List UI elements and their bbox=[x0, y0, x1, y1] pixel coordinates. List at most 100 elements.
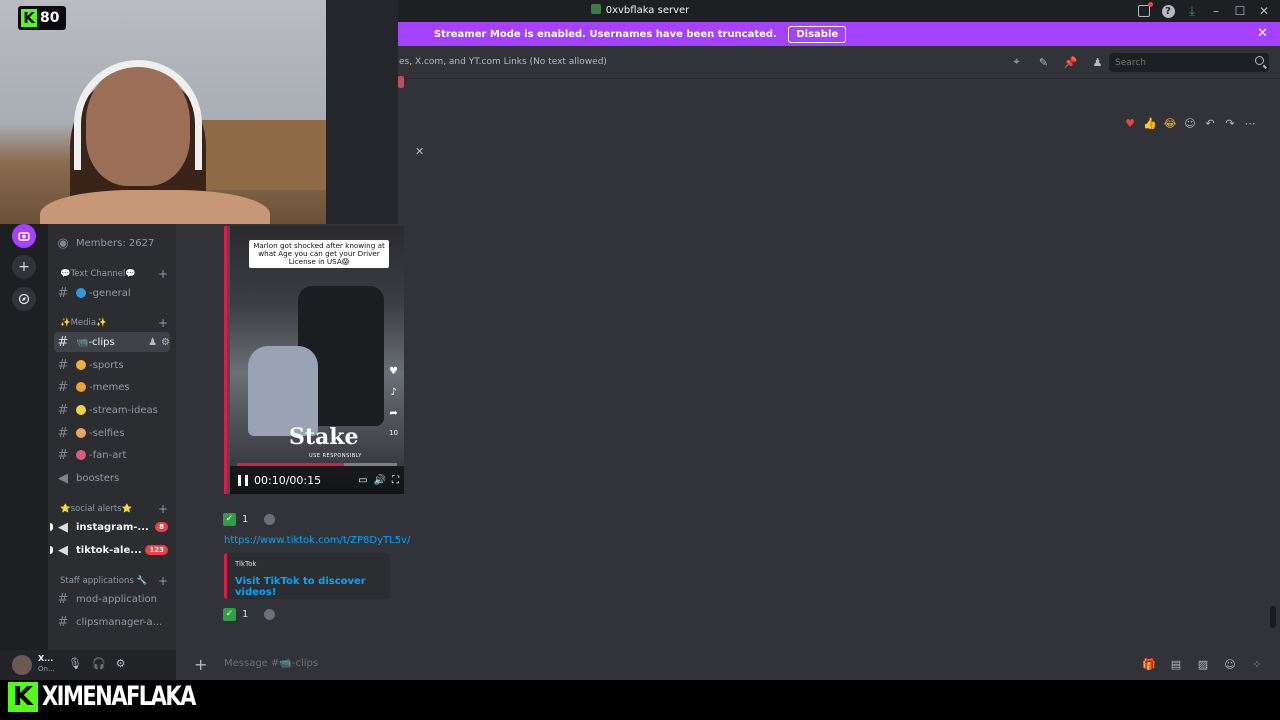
channel-clips-label: 📹-clips bbox=[76, 336, 115, 348]
member-list-icon[interactable]: ♟ bbox=[1090, 55, 1105, 69]
search-input[interactable] bbox=[1109, 53, 1269, 72]
help-icon[interactable]: ? bbox=[1158, 2, 1178, 20]
embed-title[interactable]: Visit TikTok to discover videos! bbox=[235, 576, 390, 598]
add-channel-icon[interactable]: + bbox=[158, 574, 168, 588]
add-channel-icon[interactable]: + bbox=[158, 316, 168, 330]
maximize-button[interactable]: ☐ bbox=[1230, 2, 1250, 20]
viewer-count: 80 bbox=[40, 10, 60, 26]
pause-icon[interactable] bbox=[238, 474, 248, 486]
members-count[interactable]: ◉ Members: 2627 bbox=[54, 233, 170, 253]
video-overlay-subtext: USE RESPONSIBLY bbox=[309, 453, 362, 459]
share-count: 10 bbox=[389, 429, 398, 437]
viewer-count-badge: K 80 bbox=[18, 6, 66, 30]
add-reaction-icon[interactable]: ☺ bbox=[1183, 116, 1197, 130]
channel-stream-ideas[interactable]: # -stream-ideas bbox=[54, 400, 170, 420]
captions-icon[interactable]: ▭ bbox=[358, 475, 367, 486]
minimize-button[interactable]: – bbox=[1206, 2, 1226, 20]
unread-indicator bbox=[50, 523, 53, 531]
video-controls: 00:10/00:15 ▭ 🔊 ⛶ bbox=[230, 466, 404, 494]
reaction-count: 1 bbox=[242, 513, 249, 525]
message-composer: + Message #📹-clips 🎁 ▤ ▨ ☺ ⁘ bbox=[176, 650, 1280, 680]
attach-plus-icon[interactable]: + bbox=[194, 655, 207, 674]
channel-tiktok-label: tiktok-ale... bbox=[76, 544, 142, 556]
camera-server-icon[interactable] bbox=[12, 224, 36, 248]
add-server-icon[interactable]: + bbox=[12, 255, 36, 279]
laughing-reaction-icon[interactable]: 😂 bbox=[1163, 116, 1177, 130]
emoji-icon[interactable]: ☺ bbox=[1223, 658, 1237, 671]
category-staff-label: Staff applications 🔧 bbox=[60, 576, 148, 586]
message-input[interactable]: Message #📹-clips bbox=[224, 658, 318, 669]
headphones-icon[interactable]: 🎧 bbox=[92, 657, 106, 670]
channel-mod-application[interactable]: # mod-application bbox=[54, 589, 170, 609]
sticker-icon[interactable]: ▨ bbox=[1196, 658, 1210, 671]
channel-selfies-label: -selfies bbox=[89, 427, 125, 439]
gif-icon[interactable]: ▤ bbox=[1169, 658, 1183, 671]
invite-icon[interactable]: ♟ bbox=[148, 337, 157, 348]
user-status: On... bbox=[38, 665, 55, 673]
channel-selfies[interactable]: # -selfies bbox=[54, 423, 170, 443]
video-attachment[interactable]: Marlon got shocked after knowing at what… bbox=[224, 226, 404, 494]
channel-fan-art[interactable]: # -fan-art bbox=[54, 445, 170, 465]
heart-reaction-icon[interactable]: ♥ bbox=[1123, 116, 1137, 130]
pin-icon[interactable]: 📌 bbox=[1063, 55, 1078, 69]
window-controls: ? ⤓ – ☐ ✕ bbox=[1134, 2, 1274, 20]
channel-clipsmanager-label: clipsmanager-a... bbox=[76, 616, 163, 628]
close-banner-icon[interactable]: ✕ bbox=[1257, 26, 1268, 41]
category-social-alerts[interactable]: ⭐social alerts⭐ + bbox=[60, 502, 172, 516]
check-mark-reaction-icon[interactable]: ✓ bbox=[223, 607, 236, 621]
microphone-icon[interactable]: 🎙 bbox=[68, 657, 82, 670]
category-text-channel[interactable]: 💬Text Channel💬 + bbox=[60, 267, 172, 281]
category-text-label: 💬Text Channel💬 bbox=[60, 269, 136, 279]
check-mark-reaction-icon[interactable]: ✓ bbox=[223, 512, 236, 526]
settings-gear-icon[interactable]: ⚙ bbox=[161, 337, 170, 348]
thumbs-up-reaction-icon[interactable]: 👍 bbox=[1143, 116, 1157, 130]
mute-bell-icon[interactable]: ✎ bbox=[1036, 55, 1051, 69]
add-reaction-icon[interactable] bbox=[264, 608, 276, 620]
add-reaction-icon[interactable] bbox=[264, 513, 276, 525]
close-window-button[interactable]: ✕ bbox=[1254, 2, 1274, 20]
disable-streamer-mode-button[interactable]: Disable bbox=[788, 26, 847, 43]
channel-general[interactable]: # -general bbox=[54, 283, 170, 303]
stream-name-bar: K XIMENAFLAKA bbox=[0, 680, 1280, 720]
channel-tiktok[interactable]: ◀ tiktok-ale... 123 bbox=[50, 540, 170, 560]
add-channel-icon[interactable]: + bbox=[158, 502, 168, 516]
channel-clips[interactable]: # 📹-clips ♟ ⚙ bbox=[54, 332, 170, 352]
tiktok-link[interactable]: https://www.tiktok.com/t/ZP8DyTL5v/ bbox=[224, 535, 410, 546]
channel-clipsmanager[interactable]: # clipsmanager-a... bbox=[54, 612, 170, 632]
scrollbar[interactable] bbox=[1270, 606, 1276, 628]
channel-instagram[interactable]: ◀ instagram-... 8 bbox=[50, 517, 170, 537]
channel-sports[interactable]: # -sports bbox=[54, 355, 170, 375]
user-controls: 🎙 🎧 ⚙ bbox=[68, 657, 126, 670]
user-settings-gear-icon[interactable]: ⚙ bbox=[116, 657, 126, 670]
forward-icon[interactable]: ↷ bbox=[1223, 116, 1237, 130]
reply-icon[interactable]: ↶ bbox=[1203, 116, 1217, 130]
header-toolbar: ⌖ ✎ 📌 ♟ bbox=[1009, 55, 1105, 69]
category-media[interactable]: ✨Media✨ + bbox=[60, 316, 172, 330]
explore-icon[interactable] bbox=[12, 287, 36, 311]
gift-icon[interactable]: 🎁 bbox=[1142, 658, 1156, 671]
new-messages-marker bbox=[398, 76, 404, 88]
avatar[interactable] bbox=[12, 655, 32, 675]
channel-boosters[interactable]: ◀ boosters bbox=[54, 468, 170, 488]
banner-text: Streamer Mode is enabled. Usernames have… bbox=[433, 29, 777, 40]
more-options-icon[interactable]: ⋯ bbox=[1243, 116, 1257, 130]
tiktok-icon: ♪ bbox=[390, 387, 397, 398]
add-channel-icon[interactable]: + bbox=[158, 267, 168, 281]
threads-icon[interactable]: ⌖ bbox=[1009, 55, 1024, 69]
category-social-label: ⭐social alerts⭐ bbox=[60, 504, 133, 514]
kick-logo: K bbox=[8, 682, 38, 712]
volume-icon[interactable]: 🔊 bbox=[374, 475, 386, 486]
channel-memes[interactable]: # -memes bbox=[54, 377, 170, 397]
smile-face-icon bbox=[76, 428, 86, 438]
close-icon[interactable]: ✕ bbox=[415, 145, 424, 158]
apps-icon[interactable]: ⁘ bbox=[1250, 658, 1264, 671]
megaphone-icon: ◀ bbox=[58, 470, 68, 486]
fullscreen-icon[interactable]: ⛶ bbox=[392, 475, 399, 486]
category-staff-applications[interactable]: Staff applications 🔧 + bbox=[60, 574, 172, 588]
channel-general-label: -general bbox=[89, 287, 131, 299]
channel-sports-label: -sports bbox=[89, 359, 124, 371]
video-time: 00:10/00:15 bbox=[254, 473, 322, 487]
inbox-icon[interactable] bbox=[1134, 2, 1154, 20]
download-icon[interactable]: ⤓ bbox=[1182, 2, 1202, 20]
channel-topic: es, X.com, and YT.com Links (No text all… bbox=[399, 57, 607, 67]
